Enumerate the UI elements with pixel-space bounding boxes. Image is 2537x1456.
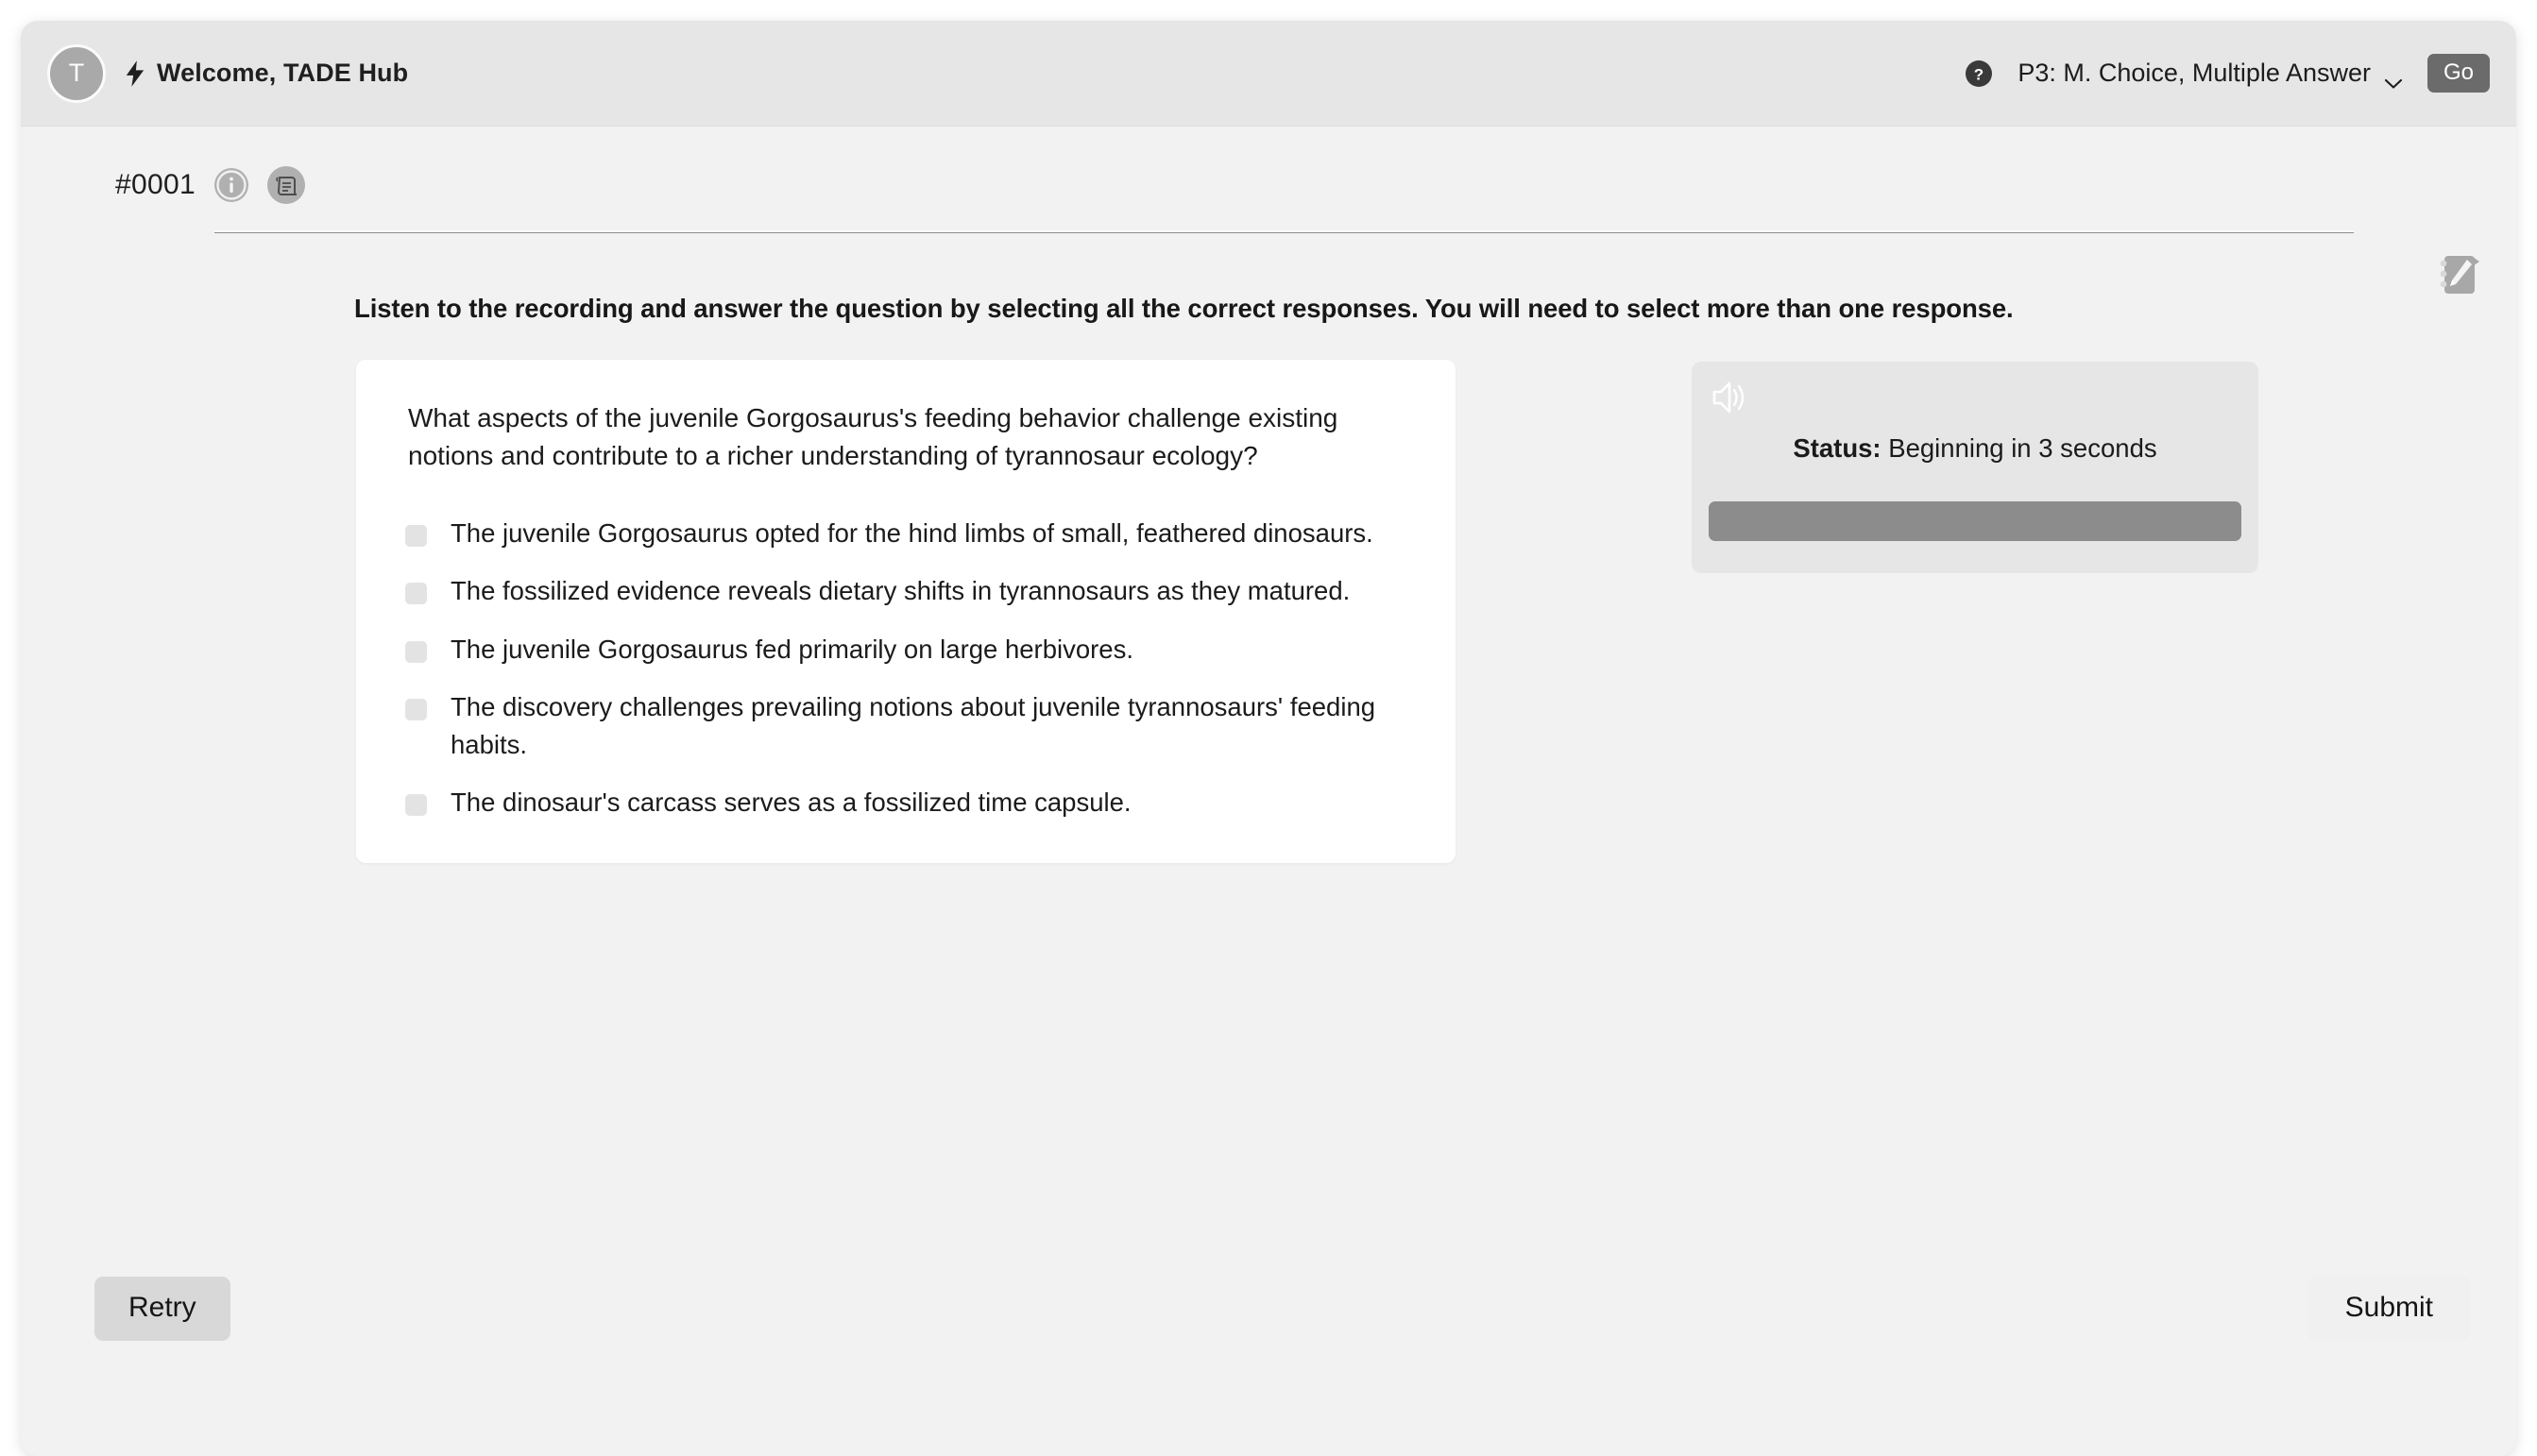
notes-launcher-button[interactable] xyxy=(2427,245,2490,307)
question-card: What aspects of the juvenile Gorgosaurus… xyxy=(356,360,1456,864)
info-circle-icon[interactable] xyxy=(213,166,250,204)
help-circle-icon[interactable]: ? xyxy=(1965,59,1993,88)
transcript-scroll-icon[interactable] xyxy=(266,166,305,204)
task-type-dropdown[interactable]: P3: M. Choice, Multiple Answer xyxy=(2018,59,2403,89)
option-label: The fossilized evidence reveals dietary … xyxy=(451,576,1351,606)
question-stem: What aspects of the juvenile Gorgosaurus… xyxy=(408,403,1338,470)
audio-player-panel: Status: Beginning in 3 seconds xyxy=(1692,362,2258,573)
options-list: The juvenile Gorgosaurus opted for the h… xyxy=(384,515,1418,822)
content-area: What aspects of the juvenile Gorgosaurus… xyxy=(21,360,2516,864)
avatar[interactable]: T xyxy=(47,43,106,103)
chevron-down-icon xyxy=(2384,67,2403,89)
option-checkbox[interactable] xyxy=(405,583,427,605)
item-header-row: #0001 xyxy=(21,127,2516,204)
audio-progress-bar[interactable] xyxy=(1709,501,2241,541)
option-checkbox[interactable] xyxy=(405,640,427,663)
option-checkbox[interactable] xyxy=(405,699,427,721)
svg-text:?: ? xyxy=(1974,65,1984,83)
option-label: The juvenile Gorgosaurus fed primarily o… xyxy=(451,634,1133,664)
option-row[interactable]: The juvenile Gorgosaurus fed primarily o… xyxy=(384,631,1418,669)
header-right-group: ? P3: M. Choice, Multiple Answer Go xyxy=(1965,54,2490,93)
lightning-bolt-icon xyxy=(125,59,145,87)
option-row[interactable]: The dinosaur's carcass serves as a fossi… xyxy=(384,784,1418,821)
option-checkbox[interactable] xyxy=(405,524,427,547)
section-divider xyxy=(214,230,2354,233)
app-window: T Welcome, TADE Hub ? P3: M. Choice, Mul… xyxy=(21,21,2516,1456)
task-type-label: P3: M. Choice, Multiple Answer xyxy=(2018,59,2371,87)
audio-status-label: Status: xyxy=(1793,433,1881,463)
welcome-group: Welcome, TADE Hub xyxy=(125,59,408,88)
submit-button[interactable]: Submit xyxy=(2307,1277,2471,1341)
header-bar: T Welcome, TADE Hub ? P3: M. Choice, Mul… xyxy=(21,21,2516,127)
go-button[interactable]: Go xyxy=(2426,54,2490,93)
option-label: The juvenile Gorgosaurus opted for the h… xyxy=(451,517,1373,548)
item-id-label: #0001 xyxy=(115,169,196,200)
instruction-text: Listen to the recording and answer the q… xyxy=(354,294,2014,323)
retry-button[interactable]: Retry xyxy=(94,1277,230,1341)
option-label: The dinosaur's carcass serves as a fossi… xyxy=(451,787,1132,818)
option-row[interactable]: The discovery challenges prevailing noti… xyxy=(384,688,1418,763)
avatar-initial: T xyxy=(68,59,85,87)
speaker-wave-icon[interactable] xyxy=(1705,373,1754,422)
notepad-pencil-icon xyxy=(2432,247,2485,305)
option-checkbox[interactable] xyxy=(405,794,427,817)
welcome-text: Welcome, TADE Hub xyxy=(157,59,409,87)
audio-status-value: Beginning in 3 seconds xyxy=(1888,433,2157,463)
option-row[interactable]: The juvenile Gorgosaurus opted for the h… xyxy=(384,515,1418,552)
audio-status: Status: Beginning in 3 seconds xyxy=(1692,362,2258,501)
header-left-group: T Welcome, TADE Hub xyxy=(47,43,408,103)
option-label: The discovery challenges prevailing noti… xyxy=(451,692,1376,759)
footer-actions: Retry Submit xyxy=(21,1277,2516,1341)
option-row[interactable]: The fossilized evidence reveals dietary … xyxy=(384,572,1418,610)
